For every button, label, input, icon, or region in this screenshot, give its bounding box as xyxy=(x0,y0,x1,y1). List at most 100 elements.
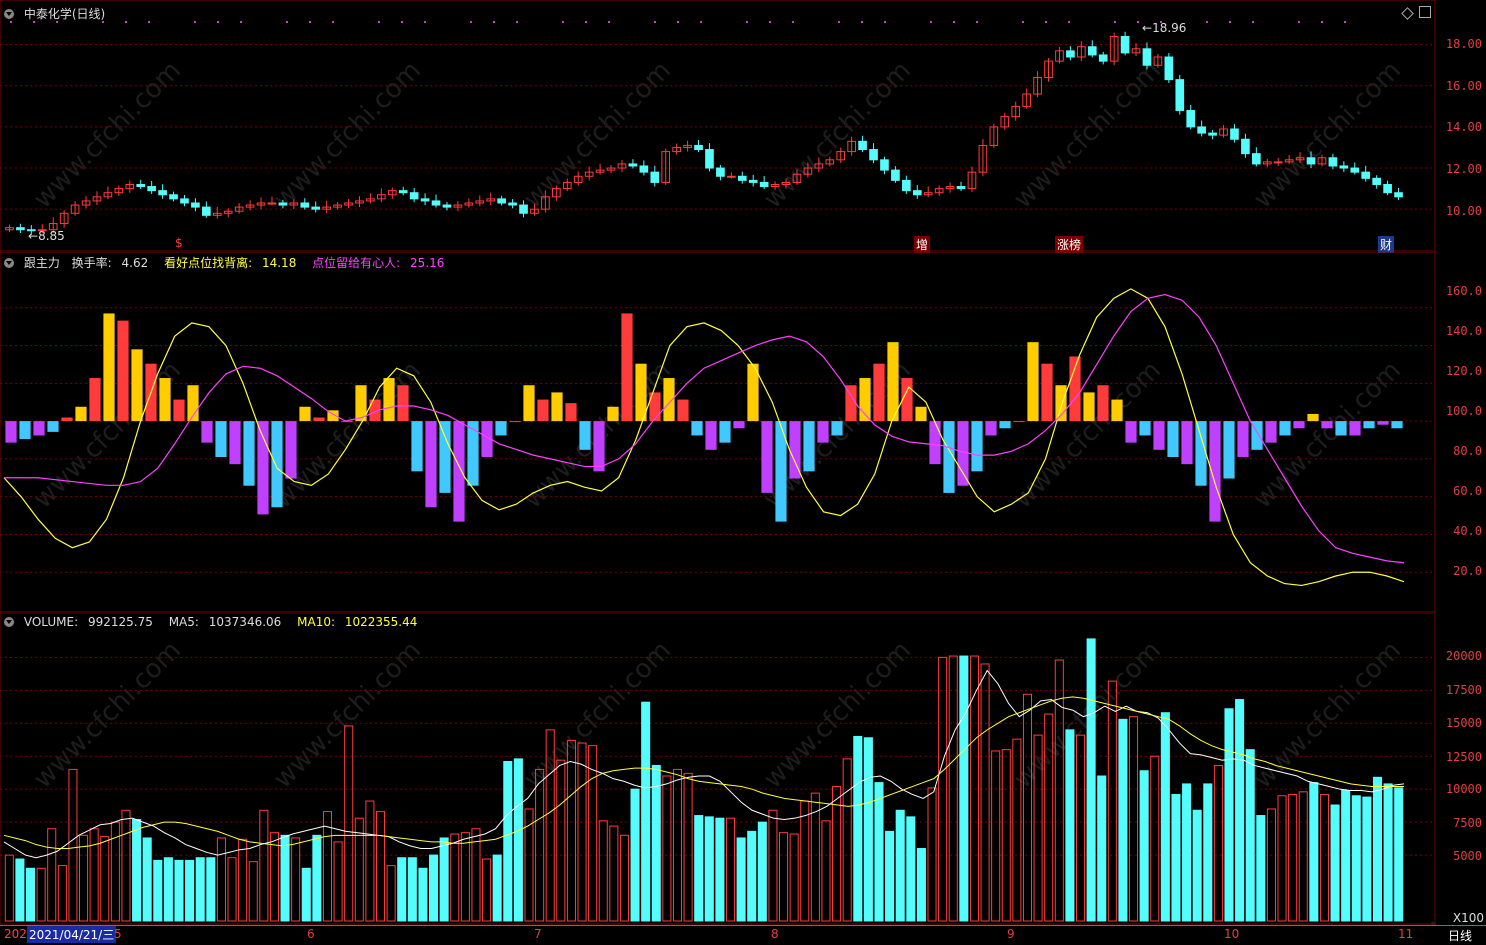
volume-bar xyxy=(492,854,502,922)
indicator-bar xyxy=(803,421,815,472)
volume-bar xyxy=(1235,699,1245,922)
current-date[interactable]: 2021/04/21/三 xyxy=(27,926,117,943)
month-label: 10 xyxy=(1224,927,1240,941)
dropdown-icon[interactable] xyxy=(4,9,14,19)
candle-body xyxy=(1361,171,1371,179)
window-icon[interactable] xyxy=(1419,6,1431,18)
volume-bar xyxy=(132,819,142,922)
volume-bar xyxy=(842,758,852,922)
candle-body xyxy=(716,167,725,177)
indicator-chart[interactable] xyxy=(0,252,1436,613)
price-panel[interactable]: 中泰化学(日线) ←18.96 ←8.85 $ 增 涨榜 财 xyxy=(0,0,1436,253)
price-axis: 18.00 16.00 14.00 12.00 10.00 xyxy=(1436,0,1486,252)
volume-bar xyxy=(1107,680,1117,922)
volume-bar xyxy=(1298,791,1308,922)
volume-chart[interactable] xyxy=(0,613,1436,925)
candle-body xyxy=(650,171,660,183)
volume-panel[interactable]: VOLUME: 992125.75 MA5: 1037346.06 MA10: … xyxy=(0,613,1436,925)
indicator-bar xyxy=(691,421,703,436)
marker-zhangbang[interactable]: 涨榜 xyxy=(1055,236,1084,253)
volume-bar xyxy=(641,701,651,922)
volume-bar xyxy=(259,809,269,922)
candle-body xyxy=(409,192,419,200)
volume-bar xyxy=(725,817,736,922)
volume-bar xyxy=(1330,804,1340,922)
volume-bar xyxy=(959,655,969,922)
indicator-tick: 160.0 xyxy=(1445,284,1482,298)
volume-bar xyxy=(418,867,428,922)
period-label[interactable]: 日线 xyxy=(1448,927,1472,944)
marker-dollar[interactable]: $ xyxy=(173,236,185,250)
volume-bar xyxy=(1182,783,1192,922)
volume-bar xyxy=(291,837,301,922)
volume-bar xyxy=(832,786,842,922)
dropdown-icon[interactable] xyxy=(4,617,14,627)
candle-body xyxy=(1339,165,1349,169)
candle-body xyxy=(1087,46,1097,56)
volume-bar xyxy=(1086,638,1096,922)
volume-bar xyxy=(757,821,767,922)
volume-bar xyxy=(800,800,810,922)
candle-body xyxy=(442,204,452,208)
candle-body xyxy=(1372,177,1381,185)
candle-body xyxy=(694,144,703,151)
volume-bar xyxy=(630,788,640,922)
volume-bar xyxy=(513,758,523,922)
volume-bar xyxy=(991,750,1001,922)
chart-title-bar: 中泰化学(日线) xyxy=(4,5,111,22)
indicator-bar xyxy=(635,363,647,422)
volume-bar xyxy=(344,725,354,922)
price-tick: 16.00 xyxy=(1445,79,1482,93)
volume-bar xyxy=(174,859,184,922)
volume-bar xyxy=(365,800,375,922)
volume-bar xyxy=(429,854,439,922)
indicator-bar xyxy=(159,378,171,422)
signal-dot xyxy=(286,21,288,23)
volume-unit: X100 xyxy=(1452,911,1484,925)
indicator-bar xyxy=(1265,421,1277,443)
indicator-bar xyxy=(285,421,297,479)
volume-bar xyxy=(1341,790,1351,922)
volume-bar xyxy=(163,857,173,922)
candle-body xyxy=(202,206,211,216)
marker-cai[interactable]: 财 xyxy=(1378,236,1395,253)
marker-zeng[interactable]: 增 xyxy=(914,236,931,253)
volume-bar xyxy=(503,761,513,922)
x-axis-bar: 202 2021/04/21/三 5 6 7 8 9 10 11 日线 xyxy=(0,925,1486,943)
signal-dot xyxy=(424,21,426,23)
indicator-bar xyxy=(229,421,241,465)
dropdown-icon[interactable] xyxy=(4,258,14,268)
signal-dot xyxy=(608,21,610,23)
candle-body xyxy=(1197,126,1206,134)
indicator-item-turnover: 换手率: 4.62 xyxy=(71,256,149,270)
volume-bar xyxy=(874,782,884,922)
volume-bar xyxy=(1256,815,1266,922)
volume-bar xyxy=(68,768,78,922)
signal-dot xyxy=(1045,21,1047,23)
indicator-bar xyxy=(887,342,899,422)
volume-bar xyxy=(683,772,693,922)
indicator-panel[interactable]: 跟主力 换手率: 4.62 看好点位找背离: 14.18 点位留给有心人: 25… xyxy=(0,252,1436,613)
indicator-bar xyxy=(1363,421,1375,429)
candle-body xyxy=(311,206,321,210)
volume-bar xyxy=(1150,755,1160,922)
indicator-header: 跟主力 换手率: 4.62 看好点位找背离: 14.18 点位留给有心人: 25… xyxy=(4,254,456,271)
signal-dot xyxy=(1022,21,1024,23)
signal-dot xyxy=(516,21,518,23)
volume-bar xyxy=(662,775,672,922)
price-chart[interactable] xyxy=(0,0,1436,252)
signal-dot xyxy=(1114,21,1116,23)
indicator-bar xyxy=(929,421,941,465)
indicator-bar xyxy=(719,421,731,443)
signal-dot xyxy=(1298,21,1300,23)
volume-bar xyxy=(1277,795,1287,922)
volume-bar xyxy=(1383,783,1393,922)
indicator-bar xyxy=(453,421,465,522)
volume-bar xyxy=(89,828,99,922)
volume-bar xyxy=(948,655,958,922)
indicator-bar xyxy=(1097,385,1109,422)
candle-body xyxy=(1273,161,1283,164)
volume-tick: 10000 xyxy=(1445,782,1482,796)
candle-body xyxy=(497,198,506,204)
volume-bar xyxy=(79,834,89,922)
